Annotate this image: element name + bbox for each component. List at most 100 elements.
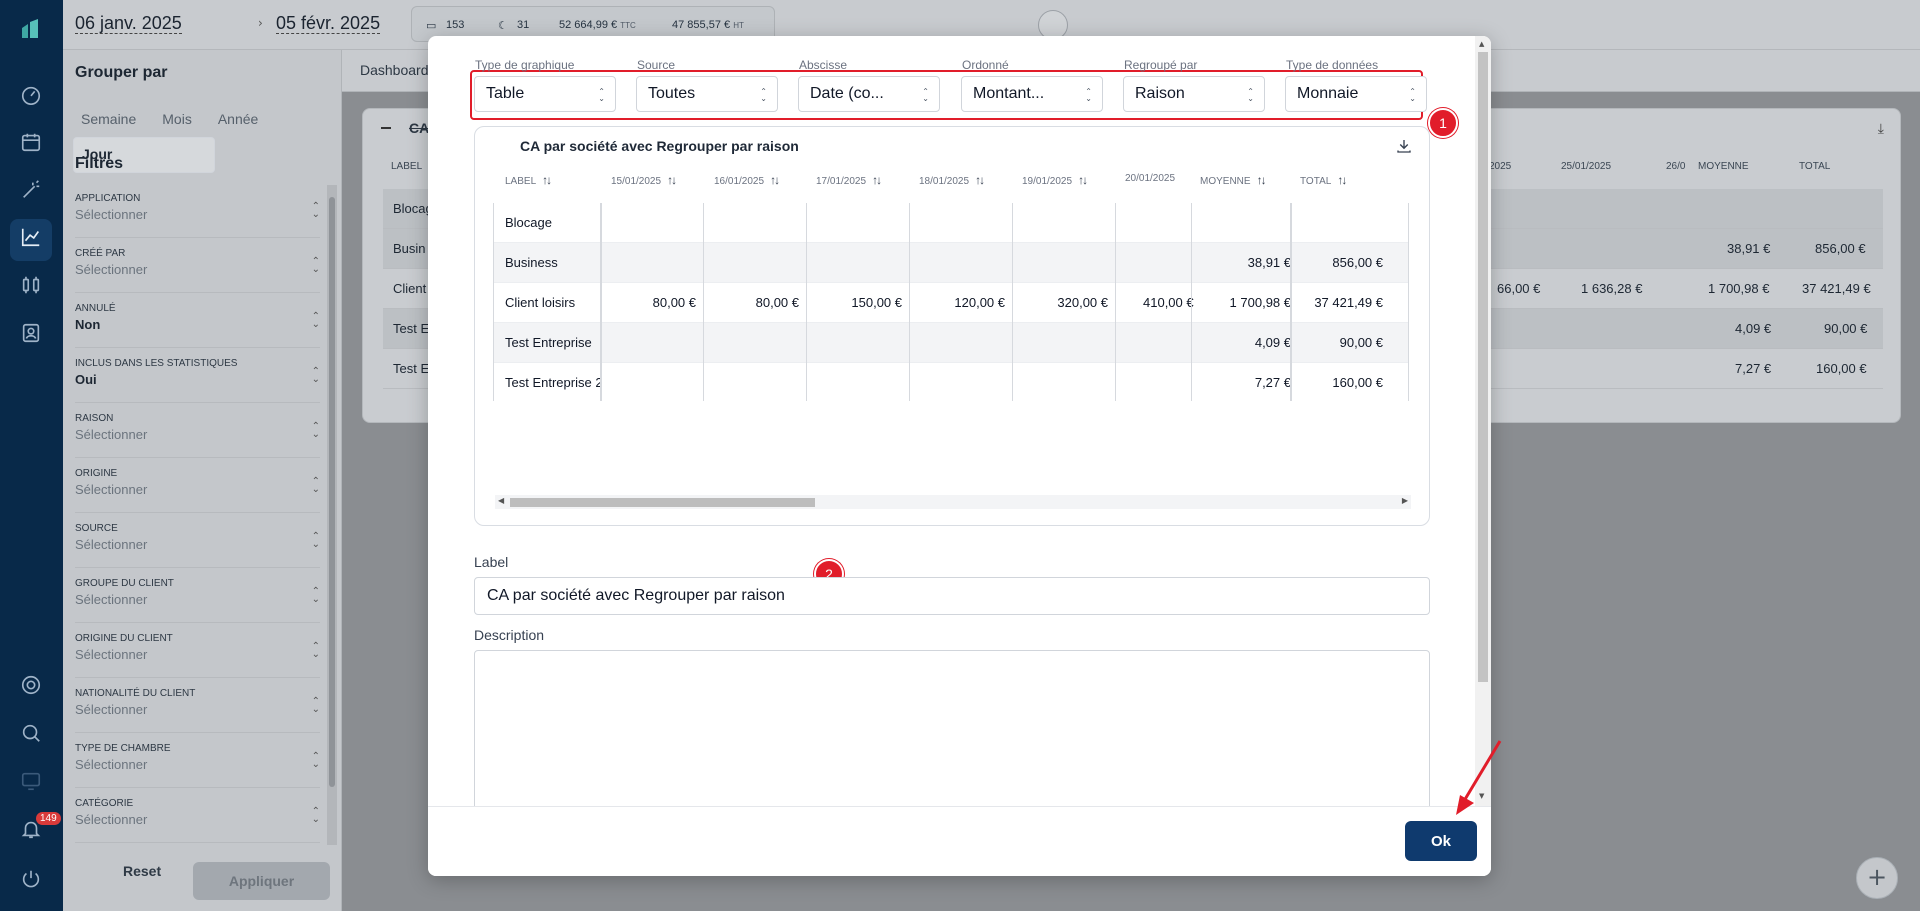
sort-icon[interactable]: ↑↓ — [1078, 173, 1088, 187]
sort-icon[interactable]: ↑↓ — [542, 173, 552, 187]
filter-client-group[interactable]: Groupe du client Sélectionner ⌃ ⌄ — [75, 571, 320, 623]
filter-source[interactable]: Source Sélectionner ⌃ ⌄ — [75, 516, 320, 568]
filter-application[interactable]: Application Sélectionner ⌃ ⌄ — [75, 186, 320, 238]
select-label: Ordonné — [962, 58, 1009, 72]
scroll-up-icon[interactable]: ▲ — [1479, 40, 1484, 48]
updown-icon: ⌃ ⌄ — [922, 87, 929, 103]
column-header[interactable]: 16/01/2025 ↑↓ — [714, 173, 780, 187]
wand-icon[interactable] — [18, 177, 44, 203]
chart-preview: CA par société avec Regrouper par raison… — [474, 126, 1430, 526]
source-select[interactable]: Source Toutes ⌃ ⌄ — [636, 58, 778, 112]
cell: 80,00 € — [652, 295, 696, 310]
reset-button[interactable]: Reset — [123, 863, 161, 879]
sliders-icon[interactable] — [18, 272, 44, 298]
updown-icon: ⌃ ⌄ — [311, 421, 320, 440]
filter-value: Sélectionner — [75, 537, 148, 552]
column-header[interactable]: 15/01/2025 ↑↓ — [611, 173, 677, 187]
x-axis-select[interactable]: Abscisse Date (co... ⌃ ⌄ — [798, 58, 940, 112]
annotation-badge-1: 1 — [1428, 108, 1458, 138]
updown-icon: ⌃ ⌄ — [311, 806, 320, 825]
stat-bookings: 153 — [446, 19, 465, 31]
group-tab-month[interactable]: Mois — [154, 103, 200, 135]
sort-icon[interactable]: ↑↓ — [1337, 173, 1347, 187]
filters-scrollbar[interactable] — [327, 185, 337, 845]
description-textarea[interactable] — [474, 650, 1430, 820]
cell: 410,00 € — [1143, 295, 1194, 310]
column-header[interactable]: 17/01/2025 ↑↓ — [816, 173, 882, 187]
column-header[interactable]: LABEL ↑↓ — [505, 173, 552, 187]
divider — [1191, 203, 1192, 401]
column-header[interactable]: 20/01/2025 — [1125, 173, 1175, 184]
column-header[interactable]: 18/01/2025 ↑↓ — [919, 173, 985, 187]
calendar-icon[interactable] — [18, 129, 44, 155]
notification-count: 149 — [36, 812, 61, 825]
date-start[interactable]: 06 janv. 2025 — [75, 13, 182, 34]
contact-icon[interactable] — [18, 320, 44, 346]
filter-origin[interactable]: Origine Sélectionner ⌃ ⌄ — [75, 461, 320, 513]
updown-icon: ⌃ ⌄ — [760, 87, 767, 103]
power-icon[interactable] — [18, 866, 44, 892]
stat-ht-unit: HT — [733, 21, 744, 30]
updown-icon: ⌃ ⌄ — [598, 87, 605, 103]
scroll-right-icon[interactable]: ▶ — [1402, 496, 1408, 505]
ok-button[interactable]: Ok — [1405, 821, 1477, 861]
download-icon[interactable]: ⤓ — [1878, 121, 1884, 137]
filter-room-type[interactable]: Type de chambre Sélectionner ⌃ ⌄ — [75, 736, 320, 788]
help-icon[interactable] — [18, 672, 44, 698]
group-by-select[interactable]: Regroupé par Raison ⌃ ⌄ — [1123, 58, 1265, 112]
add-widget-button[interactable]: + — [1856, 857, 1898, 899]
apply-button[interactable]: Appliquer — [193, 862, 330, 900]
filter-client-origin[interactable]: Origine du client Sélectionner ⌃ ⌄ — [75, 626, 320, 678]
filter-value: Sélectionner — [75, 812, 148, 827]
group-tab-week[interactable]: Semaine — [73, 103, 144, 135]
modal-scrollbar[interactable]: ▲ ▼ — [1475, 36, 1491, 806]
filter-value: Oui — [75, 372, 97, 387]
column-header[interactable]: MOYENNE ↑↓ — [1200, 173, 1267, 187]
sort-icon[interactable]: ↑↓ — [770, 173, 780, 187]
table-scrollbar[interactable]: ◀ ▶ — [495, 495, 1411, 509]
bg-head-label: LABEL — [391, 161, 423, 172]
cell: Blocag — [393, 201, 433, 216]
data-type-select[interactable]: Type de données Monnaie ⌃ ⌄ — [1285, 58, 1427, 112]
tab-dashboard[interactable]: Dashboard — [360, 62, 429, 78]
description-field-title: Description — [474, 627, 545, 643]
select-value: Table — [486, 85, 525, 102]
label-input[interactable]: CA par société avec Regrouper par raison — [474, 577, 1430, 615]
y-axis-select[interactable]: Ordonné Montant... ⌃ ⌄ — [961, 58, 1103, 112]
filter-title: Catégorie — [75, 798, 134, 809]
date-end[interactable]: 05 févr. 2025 — [276, 13, 381, 34]
search-icon[interactable] — [18, 720, 44, 746]
column-header[interactable]: TOTAL ↑↓ — [1300, 173, 1347, 187]
collapse-icon[interactable] — [381, 127, 391, 129]
sort-icon[interactable]: ↑↓ — [1257, 173, 1267, 187]
cell: 856,00 € — [1815, 241, 1866, 256]
stat-ht-value: 47 855,57 € — [672, 19, 731, 31]
scroll-left-icon[interactable]: ◀ — [498, 496, 504, 505]
sort-icon[interactable]: ↑↓ — [667, 173, 677, 187]
chart-icon[interactable] — [18, 224, 44, 250]
sort-icon[interactable]: ↑↓ — [872, 173, 882, 187]
cell-avg: 1 700,98 € — [1229, 295, 1291, 310]
group-tab-year[interactable]: Année — [210, 103, 266, 135]
download-icon[interactable] — [1395, 137, 1415, 157]
scrollbar-thumb[interactable] — [329, 197, 335, 787]
scrollbar-thumb[interactable] — [1478, 52, 1488, 682]
filter-title: Inclus dans les statistiques — [75, 358, 238, 369]
filter-title: Raison — [75, 413, 114, 424]
filter-in-stats[interactable]: Inclus dans les statistiques Oui ⌃ ⌄ — [75, 351, 320, 403]
chart-type-select[interactable]: Type de graphique Table ⌃ ⌄ — [474, 58, 616, 112]
column-header[interactable]: 19/01/2025 ↑↓ — [1022, 173, 1088, 187]
header-text: TOTAL — [1300, 176, 1332, 187]
filter-value: Sélectionner — [75, 702, 148, 717]
filter-client-nationality[interactable]: Nationalité du client Sélectionner ⌃ ⌄ — [75, 681, 320, 733]
monitor-icon[interactable] — [18, 768, 44, 794]
sort-icon[interactable]: ↑↓ — [975, 173, 985, 187]
bg-head-col: 26/0 — [1666, 161, 1686, 172]
scrollbar-thumb[interactable] — [510, 498, 815, 507]
filter-category[interactable]: Catégorie Sélectionner ⌃ ⌄ — [75, 791, 320, 843]
filter-reason[interactable]: Raison Sélectionner ⌃ ⌄ — [75, 406, 320, 458]
select-value: Toutes — [648, 85, 696, 102]
filter-cancelled[interactable]: Annulé Non ⌃ ⌄ — [75, 296, 320, 348]
dashboard-icon[interactable] — [18, 82, 44, 108]
filter-created-by[interactable]: Créé par Sélectionner ⌃ ⌄ — [75, 241, 320, 293]
